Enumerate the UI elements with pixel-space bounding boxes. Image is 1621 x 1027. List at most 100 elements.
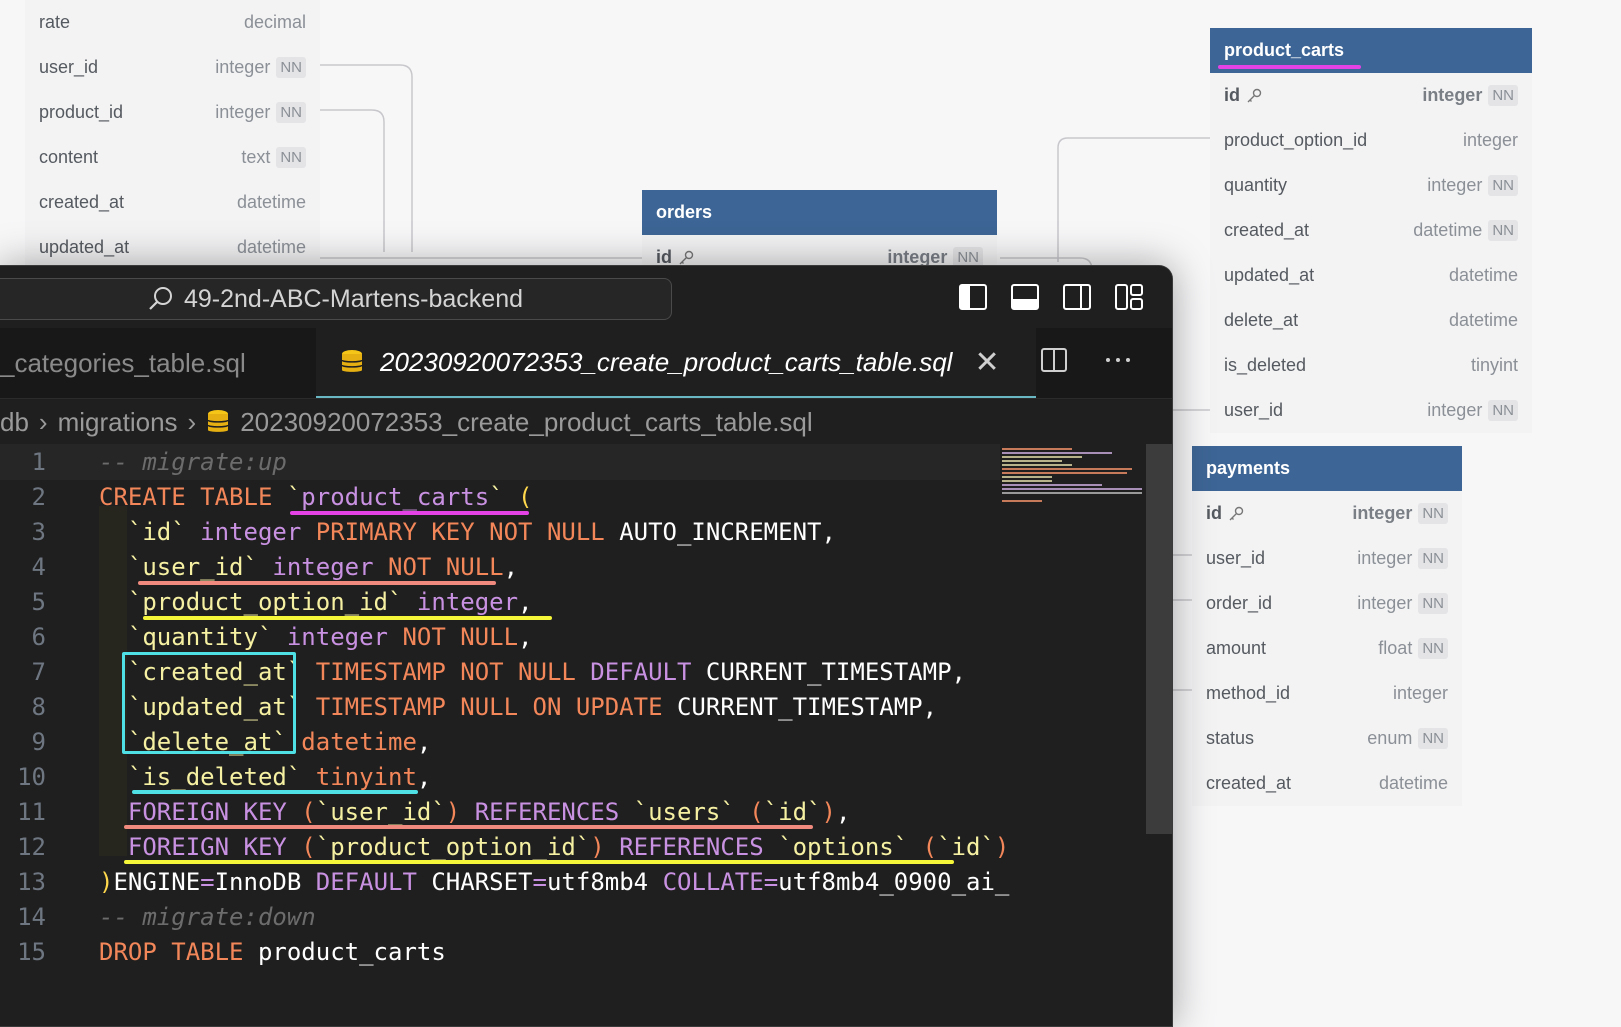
tab-create-product-carts-table[interactable]: 20230920072353_create_product_carts_tabl… [316,328,1036,398]
toggle-panel-icon[interactable] [1010,282,1040,312]
line-number: 13 [17,868,46,896]
column-name: delete_at [1224,310,1299,330]
code-line[interactable]: 13)ENGINE=InnoDB DEFAULT CHARSET=utf8mb4… [0,864,1009,900]
vertical-scrollbar[interactable] [1146,444,1172,834]
erd-row: product_option_id integer [1210,118,1532,163]
toggle-primary-sidebar-icon[interactable] [958,282,988,312]
code-token: product_carts [257,938,446,966]
annotation-underline-is-deleted [132,790,418,794]
erd-table-payments[interactable]: payments id integer NN user_id integer NN o… [1192,446,1462,806]
annotation-underline-table-name [290,511,529,515]
erd-row: id integer NN [1210,73,1532,118]
tab-categories-table[interactable]: _categories_table.sql [0,328,246,398]
erd-table-reviews[interactable]: rate decimal user_id integer NN product_id i… [25,0,320,270]
column-name: quantity [1224,175,1288,195]
database-file-icon [207,410,229,432]
key-icon [679,250,694,264]
code-token: ( [503,483,533,511]
code-token: REFERENCES [619,833,779,861]
line-number: 2 [31,483,46,511]
minimap[interactable] [1002,444,1142,554]
code-line[interactable]: 15 DROP TABLE product_carts [0,934,1000,970]
line-content: DROP TABLE product_carts [99,934,446,970]
workspace-name: 49-2nd-ABC-Martens-backend [183,284,524,313]
column-name: product_option_id [1224,130,1368,150]
code-token: , [518,588,533,616]
toggle-secondary-sidebar-icon[interactable] [1062,282,1092,312]
code-token: utf8mb4_0900_ai_ [778,868,1010,896]
column-type: datetime [236,237,306,257]
breadcrumb-separator: › [187,406,197,437]
code-token: ) [994,833,1010,861]
erd-table-product-carts[interactable]: product_carts id integer NN product_optio… [1210,28,1532,433]
code-token: FOREIGN KEY [127,833,302,861]
line-number: 4 [31,553,46,581]
code-line[interactable]: 4 `user_id` integer NOT NULL, [0,549,1000,585]
code-token: `id` [99,518,186,546]
breadcrumb-separator: › [38,406,48,437]
customize-layout-icon[interactable] [1114,282,1144,312]
erd-row: created_at datetime [25,180,320,225]
breadcrumb-file[interactable]: 20230920072353_create_product_carts_tabl… [240,407,812,438]
code-token: datetime [301,728,417,756]
line-number: 1 [31,448,46,476]
split-editor-icon[interactable] [1040,346,1068,381]
code-token: AUTO_INCREMENT, [619,518,836,546]
not-null-badge: NN [1488,400,1518,421]
line-number: 6 [31,623,46,651]
column-type: datetime [236,192,306,212]
code-editor[interactable]: 1 -- migrate:up 2 CREATE TABLE `product_car… [0,444,1172,1026]
erd-row: is_deleted tinyint [1210,343,1532,388]
code-token: integer [200,518,316,546]
column-name: method_id [1206,683,1291,703]
close-tab-icon[interactable]: ✕ [974,345,999,380]
breadcrumb-db[interactable]: db [0,407,29,438]
column-type: enum [1367,728,1413,748]
code-line[interactable]: 6 `quantity` integer NOT NULL, [0,619,1000,655]
code-line[interactable]: 1 -- migrate:up [0,444,1000,480]
column-name: created_at [39,192,125,212]
line-content: `id` integer PRIMARY KEY NOT NULL AUTO_I… [99,514,836,550]
erd-row: updated_at datetime [1210,253,1532,298]
column-name: id [1206,503,1222,523]
line-number: 11 [17,798,46,826]
code-token: integer [272,553,388,581]
erd-row: content text NN [25,135,320,180]
database-file-icon [341,350,363,372]
code-token: ( [301,833,316,861]
code-token: `id` [937,833,995,861]
table-title: payments [1192,446,1462,491]
highlight-underline [1218,65,1361,69]
line-number: 3 [31,518,46,546]
code-token: -- migrate:up [99,448,287,476]
breadcrumb-migrations[interactable]: migrations [58,407,178,438]
column-type: integer [1352,503,1413,523]
code-line[interactable]: 2 CREATE TABLE `product_carts` ( [0,479,1000,515]
column-name: user_id [39,57,99,77]
code-line[interactable]: 14 -- migrate:down [0,899,1000,935]
code-line[interactable]: 5 `product_option_id` integer, [0,584,1000,620]
line-content: `quantity` integer NOT NULL, [99,619,533,655]
erd-row: product_id integer NN [25,90,320,135]
code-line[interactable]: 3 `id` integer PRIMARY KEY NOT NULL AUTO… [0,514,1000,550]
code-token: PRIMARY KEY NOT NULL [315,518,620,546]
code-token: `id` [763,798,822,826]
not-null-badge: NN [276,57,306,78]
annotation-underline-product-option-id [143,616,552,620]
code-editor-window[interactable]: 49-2nd-ABC-Martens-backend _categories_t… [0,265,1173,1027]
not-null-badge: NN [1488,85,1518,106]
not-null-badge: NN [276,147,306,168]
erd-row: id integer NN [1192,491,1462,536]
not-null-badge: NN [1418,503,1448,524]
code-token: CHARSET [431,868,533,896]
erd-row: method_id integer [1192,671,1462,716]
editor-tab-bar: _categories_table.sql 20230920072353_cre… [0,328,1172,399]
more-actions-icon[interactable] [1104,346,1132,381]
line-number: 7 [31,658,46,686]
annotation-underline-user-id [138,581,496,585]
command-center-search[interactable]: 49-2nd-ABC-Martens-backend [0,278,672,320]
column-name: id [1224,85,1240,105]
column-name: updated_at [39,237,130,257]
erd-row: quantity integer NN [1210,163,1532,208]
column-type: datetime [1378,773,1448,793]
